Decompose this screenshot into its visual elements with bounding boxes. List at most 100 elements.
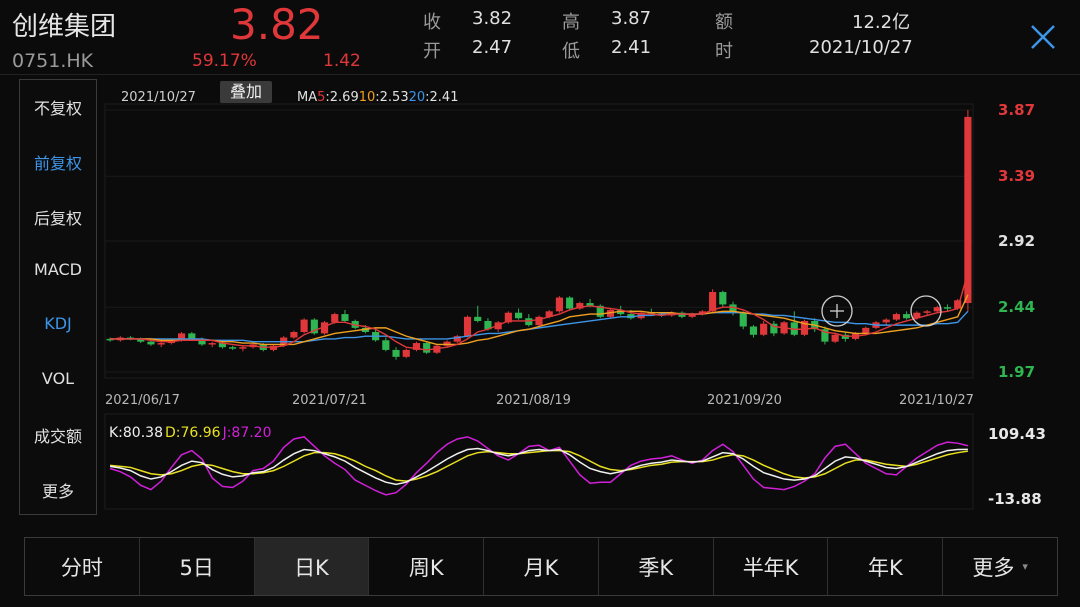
stock-code: 0751.HK xyxy=(12,50,94,72)
candle-body xyxy=(749,326,758,335)
date-tick: 2021/07/21 xyxy=(292,393,367,408)
price-tick: 1.97 xyxy=(998,363,1035,381)
candle-body xyxy=(229,347,237,349)
tab-label: 季K xyxy=(638,555,674,580)
menu-item-backward-adjust[interactable]: 后复权 xyxy=(20,205,96,229)
tab-label: 日K xyxy=(294,555,329,580)
candle-body xyxy=(341,314,349,321)
ma5-period: 5 xyxy=(317,90,325,105)
tab-yearly-k[interactable]: 年K xyxy=(828,538,944,595)
quote-value-close: 3.82 xyxy=(472,8,513,29)
candle-body xyxy=(719,292,727,305)
candle-body xyxy=(463,316,472,337)
ma10-value: :2.53 xyxy=(375,90,408,105)
tab-label: 周K xyxy=(408,555,444,580)
close-button[interactable] xyxy=(1026,20,1060,54)
menu-item-no-adjust[interactable]: 不复权 xyxy=(20,95,96,119)
period-tabbar: 分时 5日 日K 周K 月K 季K 半年K 年K 更多 ▾ xyxy=(24,537,1058,596)
candle-body xyxy=(739,312,747,327)
candle-body xyxy=(157,343,165,345)
menu-item-forward-adjust[interactable]: 前复权 xyxy=(20,150,96,174)
quote-label-high: 高 xyxy=(562,12,580,33)
chart-date: 2021/10/27 xyxy=(121,90,196,105)
quote-value-time: 2021/10/27 xyxy=(809,37,913,58)
ma5-value: :2.69 xyxy=(325,90,358,105)
kdj-tick: 109.43 xyxy=(988,425,1046,443)
tab-monthly-k[interactable]: 月K xyxy=(484,538,599,595)
date-tick: 2021/08/19 xyxy=(496,393,571,408)
candle-body xyxy=(555,297,563,312)
menu-item-turnover[interactable]: 成交额 xyxy=(20,423,96,447)
date-axis: 2021/06/17 2021/07/21 2021/08/19 2021/09/20… xyxy=(105,393,974,408)
tab-more[interactable]: 更多 ▾ xyxy=(943,538,1057,595)
close-icon xyxy=(1031,25,1055,49)
candle-body xyxy=(535,316,543,326)
tab-quarterly-k[interactable]: 季K xyxy=(599,538,714,595)
date-tick: 2021/10/27 xyxy=(899,393,974,408)
menu-item-more[interactable]: 更多 xyxy=(20,478,96,502)
candle-body xyxy=(147,341,155,345)
candle-body xyxy=(882,319,890,323)
tab-label: 更多 xyxy=(972,555,1015,580)
quote-value-open: 2.47 xyxy=(472,37,513,58)
tab-5day[interactable]: 5日 xyxy=(140,538,255,595)
kdj-lines xyxy=(109,436,969,496)
quote-label-low: 低 xyxy=(562,41,580,62)
tab-intraday[interactable]: 分时 xyxy=(25,538,140,595)
kdj-legend: K:80.38 D:76.96 J:87.20 xyxy=(109,425,272,441)
candle-body xyxy=(923,311,931,313)
candle-body xyxy=(515,312,523,319)
ma20-period: 20 xyxy=(409,90,426,105)
candle-body xyxy=(566,297,574,309)
candle-body xyxy=(208,343,216,345)
quote-label-close: 收 xyxy=(423,12,441,33)
kline-chart[interactable]: 2021/10/27 MA5:2.6910:2.5320:2.41 3.873.… xyxy=(95,79,1080,519)
tab-label: 5日 xyxy=(179,555,214,580)
tab-label: 月K xyxy=(523,555,559,580)
candle-body xyxy=(300,319,308,333)
candle-body xyxy=(331,314,339,323)
tab-label: 年K xyxy=(867,555,903,580)
candle-body xyxy=(862,327,870,334)
tab-weekly-k[interactable]: 周K xyxy=(369,538,485,595)
header-divider xyxy=(0,74,1080,75)
menu-item-macd[interactable]: MACD xyxy=(20,260,96,279)
ma5-prefix: MA xyxy=(297,90,317,105)
current-price: 3.82 xyxy=(230,0,324,49)
price-tick: 3.87 xyxy=(998,101,1035,119)
price-tick: 2.44 xyxy=(998,298,1035,316)
candle-body xyxy=(392,349,400,357)
tab-label: 分时 xyxy=(60,555,103,580)
price-tick: 2.92 xyxy=(998,232,1035,250)
candle-body xyxy=(933,307,941,312)
candle-body xyxy=(709,292,717,312)
tab-label: 半年K xyxy=(742,555,799,580)
menu-item-kdj[interactable]: KDJ xyxy=(20,314,96,333)
tab-daily-k[interactable]: 日K xyxy=(254,538,370,595)
crosshair-markers xyxy=(821,295,942,327)
candle-body xyxy=(290,332,298,338)
chevron-down-icon: ▾ xyxy=(1022,560,1028,573)
tab-halfyear-k[interactable]: 半年K xyxy=(714,538,829,595)
kdj-d-label: D:76.96 xyxy=(165,425,221,441)
kdj-tick: -13.88 xyxy=(988,490,1042,508)
candle-body xyxy=(760,323,768,335)
candle-body xyxy=(903,314,911,319)
candle-body xyxy=(188,333,196,339)
menu-item-vol[interactable]: VOL xyxy=(20,369,96,388)
kdj-axis: 109.43 -13.88 xyxy=(988,425,1046,508)
price-axis: 3.87 3.39 2.92 2.44 1.97 xyxy=(998,101,1035,381)
quote-value-high: 3.87 xyxy=(611,8,652,29)
ma-legend: MA5:2.6910:2.5320:2.41 xyxy=(297,90,458,105)
quote-label-turnover: 额 xyxy=(715,12,733,33)
date-tick: 2021/09/20 xyxy=(707,393,782,408)
change-amount: 1.42 xyxy=(323,51,361,71)
ma10-period: 10 xyxy=(359,90,376,105)
overlay-button[interactable]: 叠加 xyxy=(220,81,272,103)
candle-body xyxy=(943,307,952,309)
candle-body xyxy=(382,340,390,350)
chart-grid xyxy=(104,103,974,510)
ma20-value: :2.41 xyxy=(425,90,458,105)
change-percent: 59.17% xyxy=(192,51,257,71)
candle-body xyxy=(474,316,482,321)
